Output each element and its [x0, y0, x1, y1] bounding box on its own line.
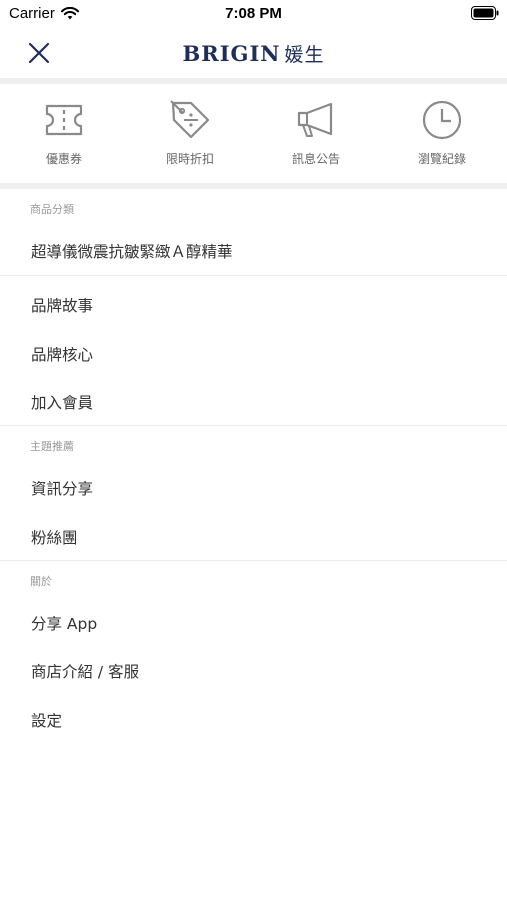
section-header-category: 商品分類 [30, 203, 74, 216]
menu-item-brand-core[interactable]: 品牌核心 [0, 331, 507, 375]
menu-item-info-share[interactable]: 資訊分享 [0, 465, 507, 509]
menu-item-join-member[interactable]: 加入會員 [0, 379, 507, 423]
status-bar: Carrier 7:08 PM [0, 0, 507, 28]
menu-item-label: 品牌故事 [31, 297, 94, 315]
menu-item-label: 商店介紹 / 客服 [31, 663, 140, 681]
shortcut-label: 優惠券 [45, 152, 82, 166]
shortcut-flash-sale[interactable]: 限時折扣 [127, 84, 253, 183]
menu-item-serum[interactable]: 超導儀微震抗皺緊緻Ａ醇精華 [0, 228, 507, 272]
menu-item-label: 設定 [31, 712, 63, 730]
shortcut-label: 瀏覽紀錄 [417, 152, 466, 166]
menu-item-settings[interactable]: 設定 [0, 697, 507, 741]
shortcut-announcements[interactable]: 訊息公告 [253, 84, 379, 183]
menu-item-label: 粉絲團 [31, 529, 78, 547]
battery-icon [471, 6, 499, 20]
menu-item-label: 品牌核心 [31, 346, 94, 364]
logo-text: BRIGIN [182, 41, 281, 66]
section-header-about: 關於 [30, 575, 52, 588]
shortcut-row: 優惠券 限時折扣 訊息公告 瀏覽紀錄 [0, 84, 507, 183]
discount-tag-icon [170, 100, 210, 139]
menu-item-brand-story[interactable]: 品牌故事 [0, 282, 507, 326]
menu-item-fan-club[interactable]: 粉絲團 [0, 514, 507, 558]
megaphone-icon [297, 102, 333, 137]
shortcut-label: 訊息公告 [291, 152, 340, 166]
logo-cjk-text: 媛生 [284, 44, 325, 66]
shortcut-history[interactable]: 瀏覽紀錄 [379, 84, 505, 183]
shortcut-label: 限時折扣 [165, 152, 214, 166]
menu-item-store-info[interactable]: 商店介紹 / 客服 [0, 648, 507, 692]
nav-bar: BRIGIN 媛生 [0, 28, 507, 78]
divider [0, 425, 507, 426]
clock-icon [422, 100, 462, 140]
section-header-topics: 主題推薦 [30, 440, 74, 453]
divider [0, 275, 507, 276]
menu-item-label: 資訊分享 [31, 480, 94, 498]
shortcut-coupons[interactable]: 優惠券 [1, 84, 127, 183]
menu-item-label: 加入會員 [31, 394, 94, 412]
menu-item-label: 超導儀微震抗皺緊緻Ａ醇精華 [31, 243, 233, 261]
divider [0, 183, 507, 189]
ticket-icon [45, 104, 83, 136]
brand-logo: BRIGIN 媛生 [0, 40, 507, 67]
menu-item-label: 分享 App [31, 615, 98, 633]
divider [0, 560, 507, 561]
status-time: 7:08 PM [225, 5, 282, 22]
menu-item-share-app[interactable]: 分享 App [0, 600, 507, 644]
